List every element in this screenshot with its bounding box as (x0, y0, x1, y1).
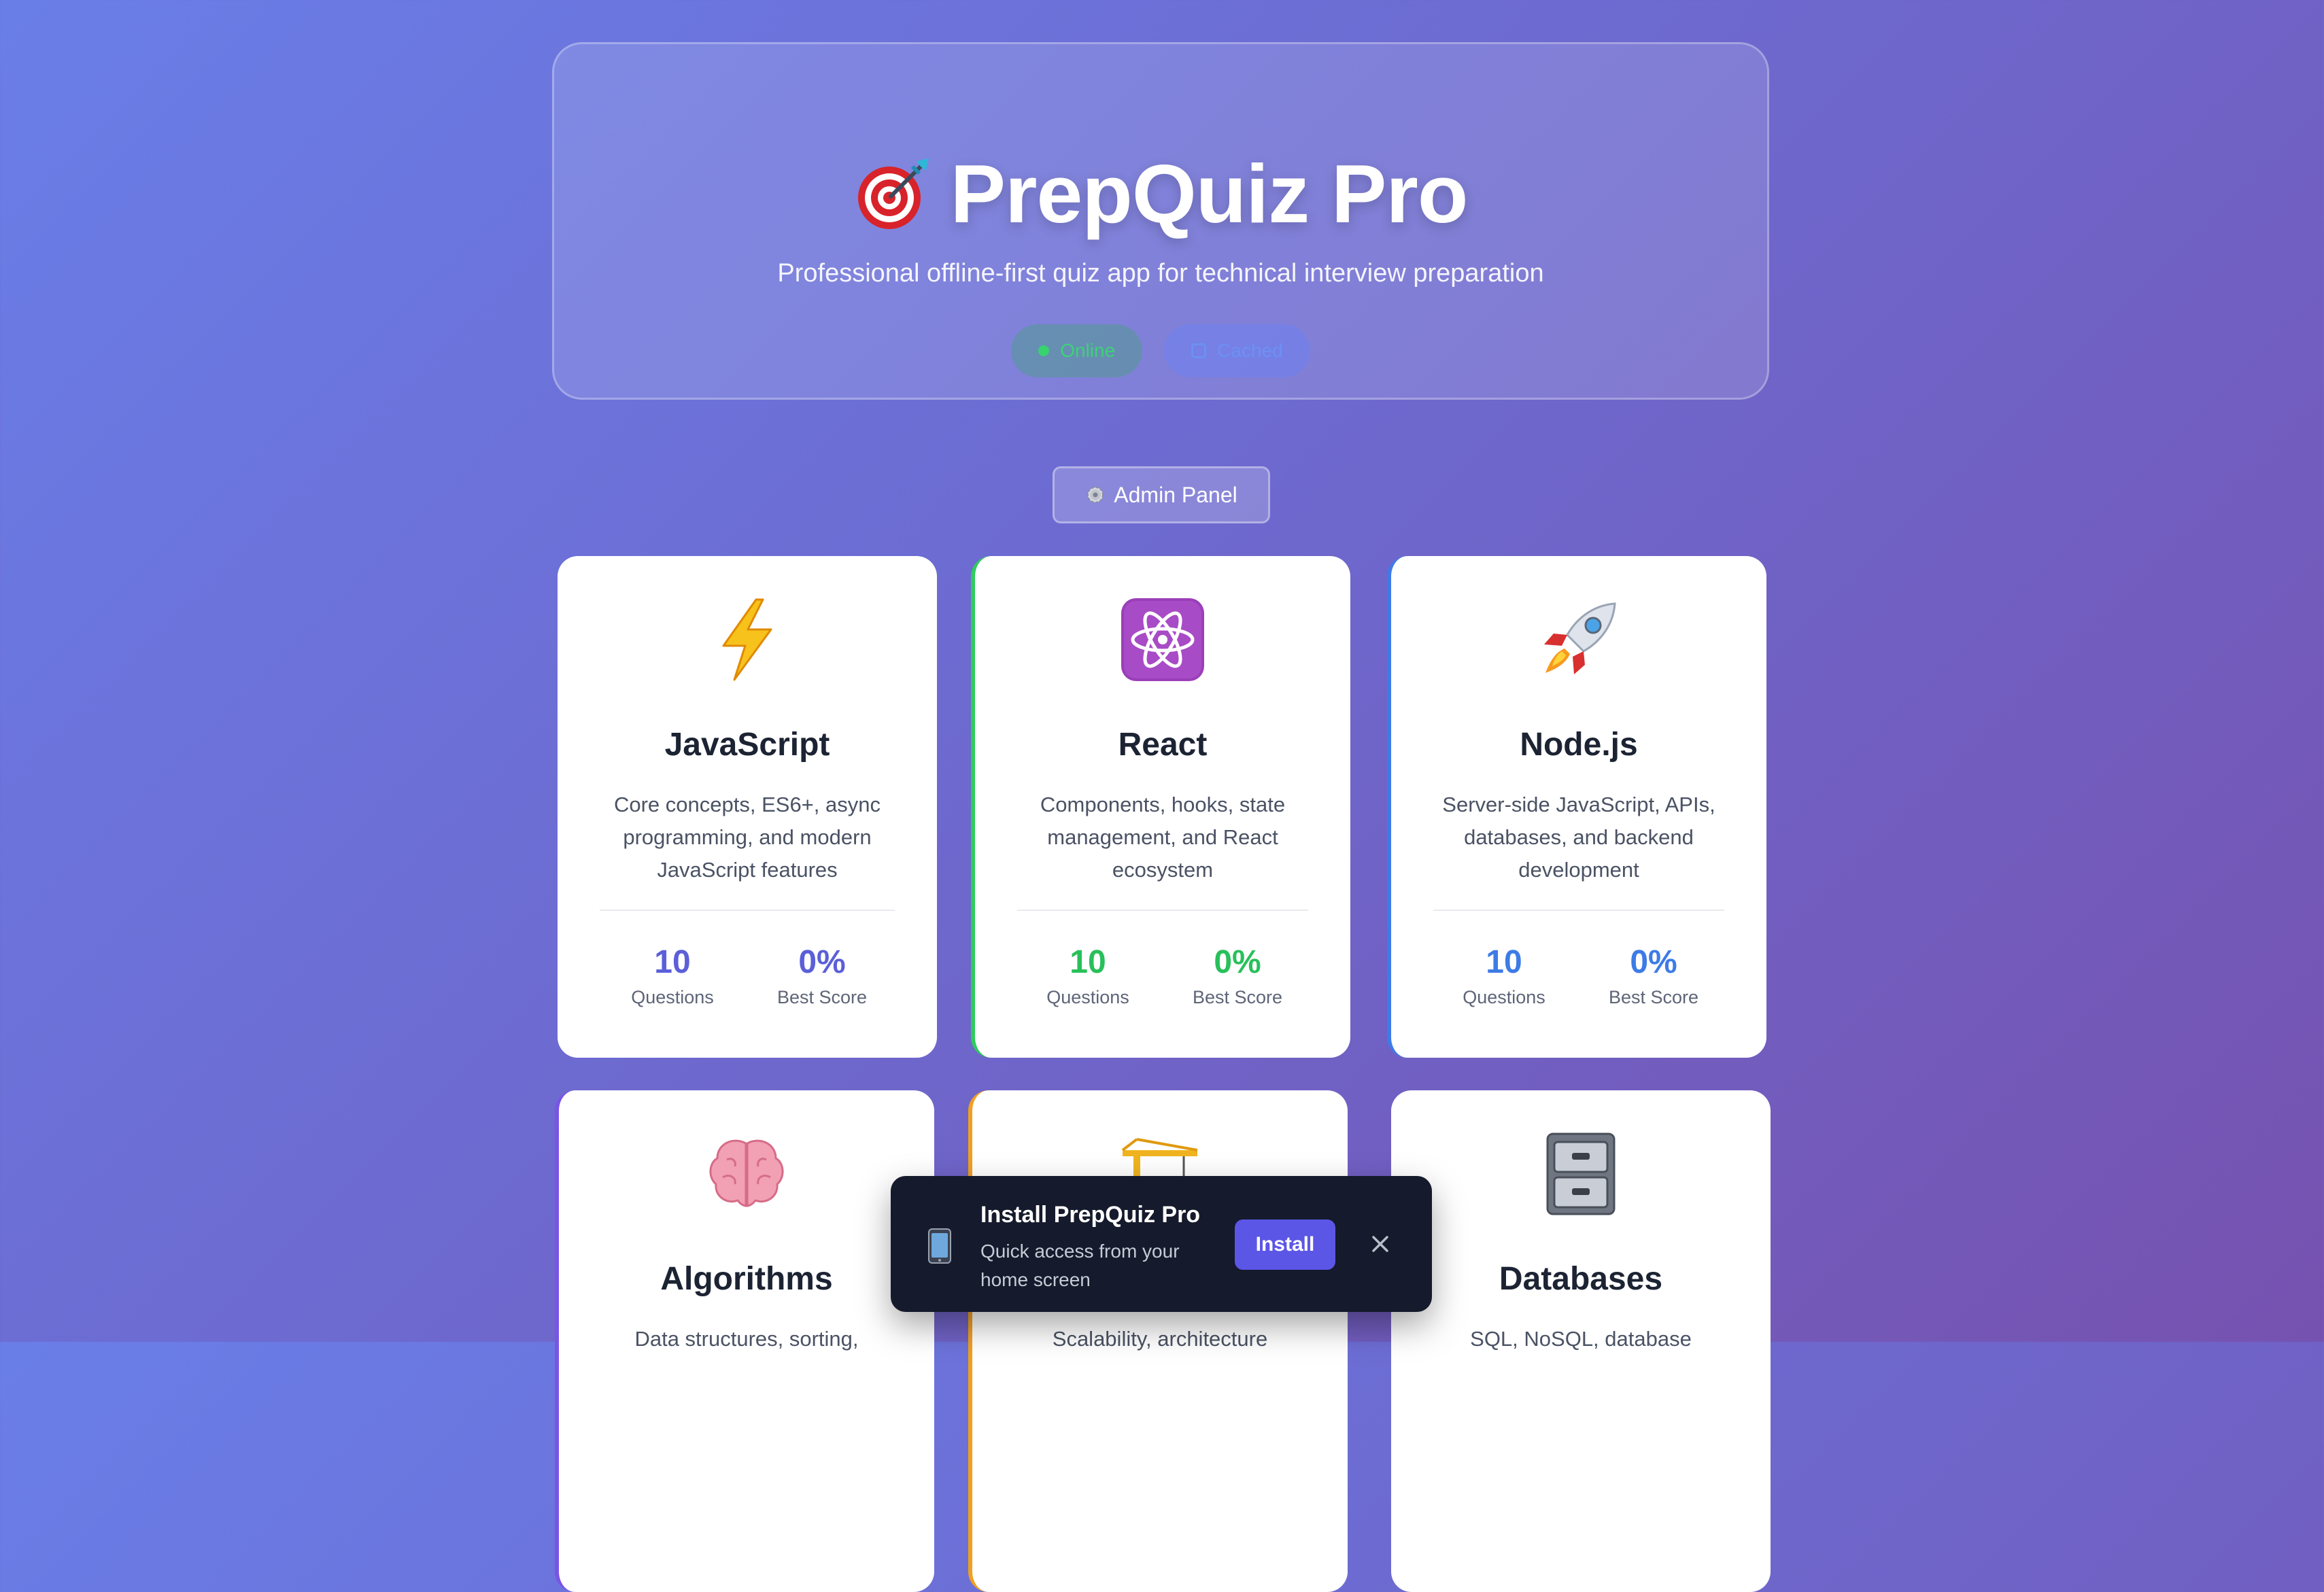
card-title: Algorithms (660, 1261, 833, 1297)
gear-icon (1085, 485, 1106, 505)
card-stats: 10 Questions 0% Best Score (558, 944, 937, 1008)
questions-stat: 10 Questions (625, 944, 720, 1008)
card-title: JavaScript (664, 727, 830, 763)
questions-label: Questions (1463, 987, 1545, 1007)
best-score-value: 0% (798, 944, 846, 980)
best-score-value: 0% (1630, 944, 1677, 980)
card-stats: 10 Questions 0% Best Score (975, 944, 1350, 1008)
page-title: PrepQuiz Pro (554, 146, 1767, 241)
best-score-stat: 0% Best Score (1606, 944, 1701, 1008)
category-card-algorithms[interactable]: Algorithms Data structures, sorting, (555, 1090, 934, 1592)
card-divider (1433, 910, 1724, 911)
card-title: Node.js (1520, 727, 1638, 763)
close-icon[interactable] (1367, 1230, 1394, 1258)
app-header: PrepQuiz Pro Professional offline-first … (552, 42, 1769, 400)
admin-panel-label: Admin Panel (1114, 482, 1237, 507)
category-card-javascript[interactable]: JavaScript Core concepts, ES6+, async pr… (558, 556, 937, 1058)
install-prompt: Install PrepQuiz Pro Quick access from y… (891, 1176, 1432, 1312)
admin-panel-button[interactable]: Admin Panel (1053, 466, 1270, 523)
install-button[interactable]: Install (1235, 1219, 1335, 1270)
best-score-stat: 0% Best Score (774, 944, 870, 1008)
best-score-stat: 0% Best Score (1190, 944, 1285, 1008)
questions-label: Questions (1046, 987, 1129, 1007)
card-description: Server-side JavaScript, APIs, databases,… (1442, 793, 1715, 882)
atom-icon (1118, 595, 1207, 684)
category-card-react[interactable]: React Components, hooks, state managemen… (971, 556, 1350, 1058)
card-stats: 10 Questions 0% Best Score (1391, 944, 1766, 1008)
card-description: SQL, NoSQL, database (1470, 1327, 1692, 1351)
card-title: Databases (1499, 1261, 1663, 1297)
online-dot-icon (1038, 345, 1050, 356)
cached-status-badge: Cached (1164, 324, 1310, 377)
rocket-icon (1535, 595, 1623, 684)
category-card-nodejs[interactable]: Node.js Server-side JavaScript, APIs, da… (1387, 556, 1766, 1058)
questions-count: 10 (654, 944, 691, 980)
status-badges: Online Cached (554, 324, 1767, 377)
card-description: Components, hooks, state management, and… (1040, 793, 1286, 882)
online-status-label: Online (1060, 340, 1116, 361)
phone-icon (927, 1228, 952, 1264)
best-score-label: Best Score (1192, 987, 1283, 1007)
questions-stat: 10 Questions (1456, 944, 1552, 1008)
category-card-databases[interactable]: Databases SQL, NoSQL, database (1391, 1090, 1771, 1592)
cached-status-label: Cached (1217, 340, 1283, 361)
dart-target-icon (854, 154, 933, 233)
questions-count: 10 (1070, 944, 1106, 980)
card-divider (600, 910, 895, 911)
best-score-label: Best Score (1608, 987, 1699, 1007)
best-score-label: Best Score (776, 987, 868, 1007)
questions-label: Questions (631, 987, 714, 1007)
card-divider (1017, 910, 1308, 911)
card-description: Data structures, sorting, (634, 1327, 859, 1351)
best-score-value: 0% (1214, 944, 1261, 980)
questions-count: 10 (1486, 944, 1522, 980)
category-card-system-design[interactable]: Scalability, architecture (968, 1090, 1348, 1592)
install-subtitle: Quick access from your home screen (980, 1241, 1180, 1290)
lightning-icon (703, 595, 791, 684)
cache-box-icon (1191, 343, 1207, 358)
app-subtitle: Professional offline-first quiz app for … (777, 259, 1544, 288)
questions-stat: 10 Questions (1040, 944, 1135, 1008)
brain-icon (702, 1130, 791, 1218)
online-status-badge: Online (1011, 324, 1143, 377)
file-cabinet-icon (1537, 1130, 1625, 1218)
card-title: React (1118, 727, 1208, 763)
app-title-text: PrepQuiz Pro (950, 148, 1469, 240)
card-description: Scalability, architecture (1052, 1327, 1268, 1351)
install-title: Install PrepQuiz Pro (980, 1202, 1201, 1228)
card-description: Core concepts, ES6+, async programming, … (613, 793, 881, 882)
